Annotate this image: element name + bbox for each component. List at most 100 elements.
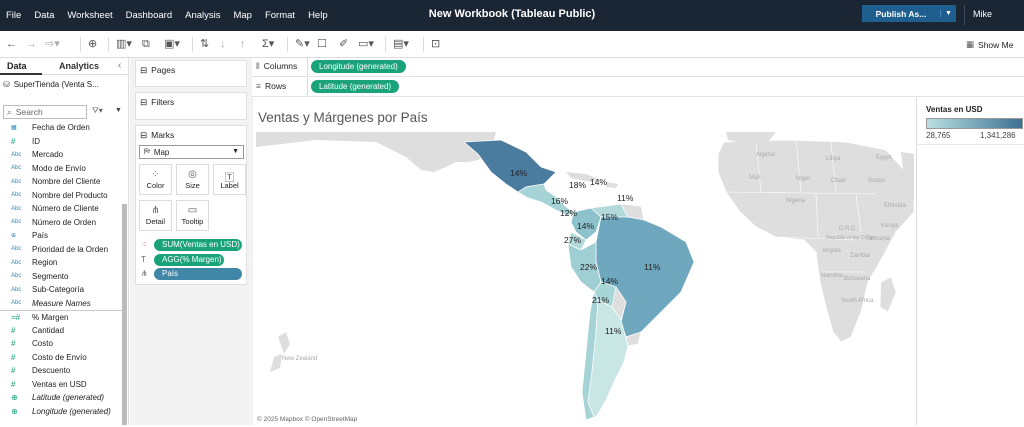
fields-menu-icon[interactable]: ▼ xyxy=(115,107,122,114)
field-item[interactable]: ▦ Fecha de Orden xyxy=(0,121,122,135)
field-item[interactable]: # Costo de Envío xyxy=(0,351,122,365)
text-type-icon: Abc xyxy=(11,205,22,212)
search-input[interactable]: ⌕ Search xyxy=(3,105,87,119)
field-item[interactable]: Abc Mercado xyxy=(0,148,122,162)
filters-card[interactable]: ⊟ Filters xyxy=(135,92,247,120)
toolbar-separator xyxy=(385,37,386,52)
text-type-icon: Abc xyxy=(11,178,22,185)
field-item[interactable]: # Ventas en USD xyxy=(0,378,122,392)
menubar-divider xyxy=(964,5,965,25)
shelf-separator xyxy=(307,78,308,96)
filter-fields-icon[interactable]: ⛛▾ xyxy=(92,106,103,116)
menu-format[interactable]: Format xyxy=(265,10,295,21)
mark-type-dropdown[interactable]: ⛿ Map ▼ xyxy=(139,145,244,159)
field-item[interactable]: Abc Número de Cliente xyxy=(0,202,122,216)
publish-button[interactable]: Publish As... ▼ xyxy=(862,5,956,22)
menu-analysis[interactable]: Analysis xyxy=(185,10,220,21)
number-type-icon: =# xyxy=(11,312,21,322)
label-button[interactable]: 🅃 Label xyxy=(213,164,246,195)
datasource-name: SuperTienda (Venta S... xyxy=(13,80,99,89)
field-name: Region xyxy=(32,258,58,268)
field-item[interactable]: =# % Margen xyxy=(0,310,122,324)
field-name: Descuento xyxy=(32,366,71,376)
clear-icon[interactable]: ▣▾ xyxy=(164,36,180,52)
undo-icon[interactable]: ← xyxy=(6,36,17,52)
menu-worksheet[interactable]: Worksheet xyxy=(67,10,112,21)
color-legend[interactable]: Ventas en USD 28,765 1,341,286 xyxy=(916,98,1024,425)
menu-help[interactable]: Help xyxy=(308,10,328,21)
sum-icon[interactable]: Σ▾ xyxy=(262,36,274,52)
publish-dropdown-icon[interactable]: ▼ xyxy=(940,10,956,17)
field-item[interactable]: ⊕ Latitude (generated) xyxy=(0,391,122,405)
map-svg[interactable]: Algeria Libya Egypt Mali Niger Chad Suda… xyxy=(256,132,915,425)
new-worksheet-icon[interactable]: ▥▾ xyxy=(116,36,132,52)
size-button[interactable]: ◎ Size xyxy=(176,164,209,195)
margin-label-pill[interactable]: AGG(% Margen) xyxy=(154,254,224,266)
field-item[interactable]: Abc Modo de Envío xyxy=(0,162,122,176)
duplicate-icon[interactable]: ⧉ xyxy=(142,36,150,52)
field-item[interactable]: Abc Prioridad de la Orden xyxy=(0,243,122,257)
collapse-icon[interactable]: ⊟ xyxy=(140,65,147,76)
user-menu[interactable]: Mike xyxy=(973,9,992,19)
field-item[interactable]: Abc Nombre del Cliente xyxy=(0,175,122,189)
field-item[interactable]: # Descuento xyxy=(0,364,122,378)
sort-descending-icon[interactable]: ↑ xyxy=(240,36,246,52)
menu-dashboard[interactable]: Dashboard xyxy=(126,10,172,21)
redo-dropdown-icon[interactable]: ⇨▾ xyxy=(45,36,60,52)
text-type-icon: Abc xyxy=(11,151,22,158)
fit-icon[interactable]: ▤▾ xyxy=(393,36,409,52)
margin-label-peru: 22% xyxy=(580,262,597,272)
field-item[interactable]: ⊕ Longitude (generated) xyxy=(0,405,122,419)
field-item[interactable]: Abc Sub-Categoría xyxy=(0,283,122,297)
longitude-pill[interactable]: Longitude (generated) xyxy=(311,60,406,73)
map-label-chad: Chad xyxy=(831,178,845,184)
menu-data[interactable]: Data xyxy=(34,10,54,21)
cards-area: ⊟ Pages ⊟ Filters ⊟ Marks ⛿ Map ▼ ⁘ Color ◎… xyxy=(130,58,252,425)
field-item[interactable]: # Cantidad xyxy=(0,324,122,338)
color-button[interactable]: ⁘ Color xyxy=(139,164,172,195)
collapse-panel-icon[interactable]: ‹ xyxy=(118,60,121,71)
map-label-angola: Angola xyxy=(822,248,841,254)
map[interactable]: Algeria Libya Egypt Mali Niger Chad Suda… xyxy=(256,132,915,425)
field-item[interactable]: # Costo xyxy=(0,337,122,351)
detail-button[interactable]: ⋔ Detail xyxy=(139,200,172,231)
collapse-icon[interactable]: ⊟ xyxy=(140,130,147,141)
fix-axes-icon[interactable]: ▭▾ xyxy=(358,36,374,52)
field-item[interactable]: Abc Número de Orden xyxy=(0,216,122,230)
redo-icon[interactable]: → xyxy=(26,36,37,52)
annotate-icon[interactable]: ✐ xyxy=(339,36,348,52)
field-item[interactable]: ⊕ País xyxy=(0,229,122,243)
tab-data[interactable]: Data xyxy=(7,61,27,71)
field-item[interactable]: Abc Region xyxy=(0,256,122,270)
field-item[interactable]: Abc Nombre del Producto xyxy=(0,189,122,203)
country-detail-pill[interactable]: País xyxy=(154,268,242,280)
sales-color-pill[interactable]: SUM(Ventas en USD) xyxy=(154,239,242,251)
new-datasource-icon[interactable]: ⊕ xyxy=(88,36,97,52)
toolbar-separator xyxy=(192,37,193,52)
data-panel: Data Analytics ‹ ⛁ SuperTienda (Venta S.… xyxy=(0,58,129,425)
scrollbar[interactable] xyxy=(122,204,127,425)
field-item[interactable]: Abc Segmento xyxy=(0,270,122,284)
menu-file[interactable]: File xyxy=(6,10,21,21)
field-item[interactable]: # ID xyxy=(0,135,122,149)
swap-icon[interactable]: ⇅ xyxy=(200,36,209,52)
color-label: Color xyxy=(146,181,165,190)
calendar-icon: ▦ xyxy=(11,125,17,132)
datasource-item[interactable]: ⛁ SuperTienda (Venta S... xyxy=(3,80,99,89)
globe-icon: ⊕ xyxy=(11,406,18,416)
rows-shelf[interactable]: ≡ Rows Latitude (generated) xyxy=(252,78,1024,97)
tab-analytics[interactable]: Analytics xyxy=(59,61,99,71)
labels-icon[interactable]: ☐ xyxy=(317,36,327,52)
field-item[interactable]: Abc Measure Names xyxy=(0,297,122,311)
highlight-icon[interactable]: ✎▾ xyxy=(295,36,310,52)
columns-shelf[interactable]: ⦀ Columns Longitude (generated) xyxy=(252,58,1024,77)
menu-map[interactable]: Map xyxy=(233,10,251,21)
latitude-pill[interactable]: Latitude (generated) xyxy=(311,80,400,93)
show-me-button[interactable]: ▦ Show Me xyxy=(966,39,1013,50)
presentation-icon[interactable]: ⊡ xyxy=(431,36,440,52)
pages-card[interactable]: ⊟ Pages xyxy=(135,60,247,87)
collapse-icon[interactable]: ⊟ xyxy=(140,97,147,108)
tooltip-button[interactable]: ▭ Tooltip xyxy=(176,200,209,231)
sort-ascending-icon[interactable]: ↓ xyxy=(220,36,226,52)
text-type-icon: Abc xyxy=(11,219,22,226)
